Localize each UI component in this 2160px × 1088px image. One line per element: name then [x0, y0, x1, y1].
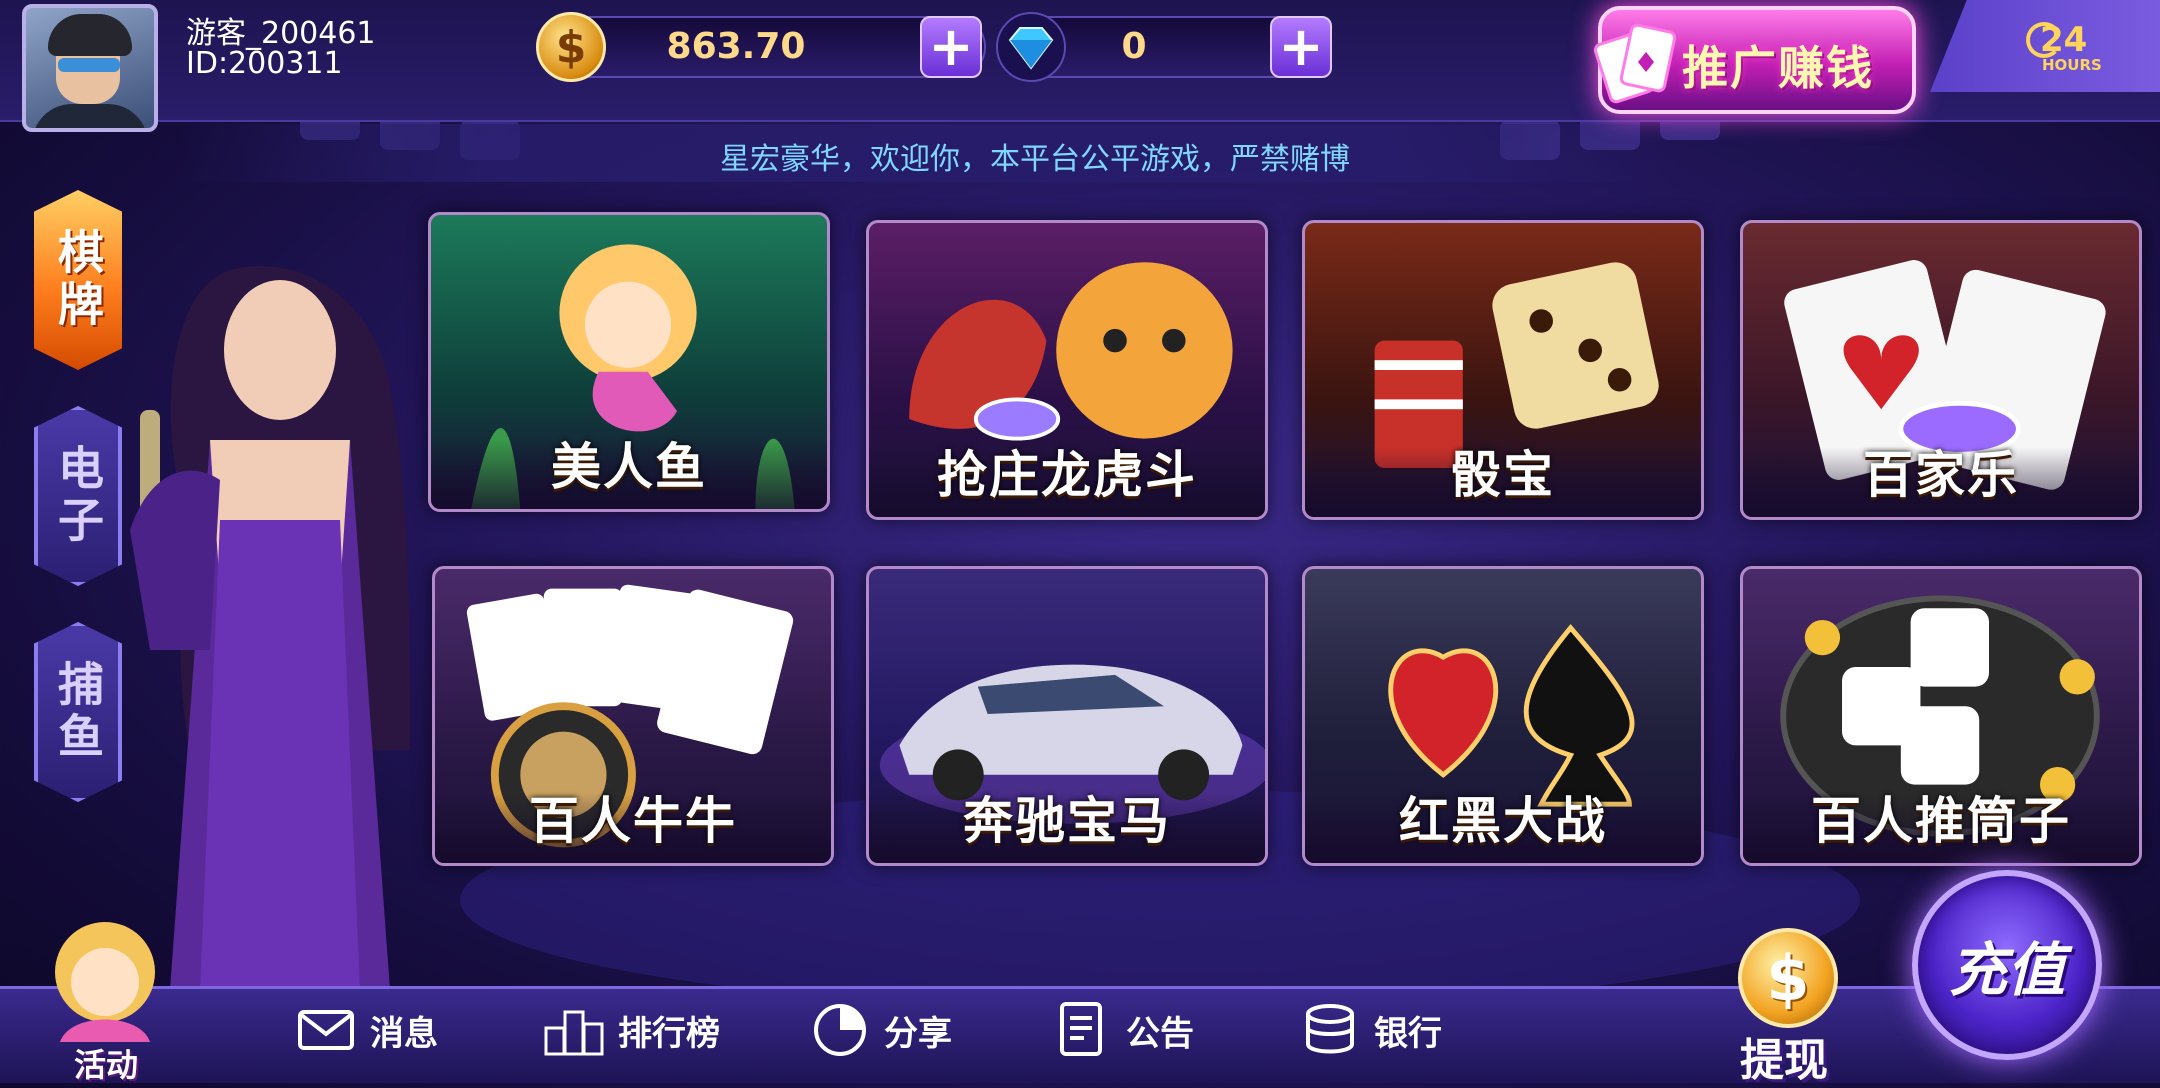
gold-balance: 863.70: [666, 26, 806, 67]
ticker-message: 星宏豪华，欢迎你，本平台公平游戏，严禁赌博: [720, 142, 1350, 177]
recharge-button[interactable]: 充值: [1912, 870, 2102, 1060]
game-tile-baccarat[interactable]: 百家乐: [1740, 220, 2142, 520]
game-title: 百人牛牛: [529, 792, 737, 850]
avatar-hair: [48, 14, 132, 56]
diamond-icon: [996, 12, 1066, 82]
activity-button[interactable]: 活动: [40, 912, 170, 1084]
add-gold-button[interactable]: +: [920, 16, 982, 78]
notice-button[interactable]: 公告: [1052, 1000, 1194, 1060]
share-label: 分享: [884, 1013, 952, 1054]
category-tab-electronic[interactable]: 电子: [34, 406, 122, 586]
game-tile-push-tube[interactable]: 百人推筒子: [1740, 566, 2142, 866]
game-tile-bull-bull[interactable]: 百人牛牛: [432, 566, 834, 866]
bank-button[interactable]: 银行: [1300, 1000, 1442, 1060]
dollar-coin-icon: $: [1738, 928, 1838, 1028]
promote-earn-label: 推广赚钱: [1682, 41, 1874, 95]
category-tab-chess-cards[interactable]: 棋牌: [34, 190, 122, 370]
avatar-glasses: [58, 58, 120, 72]
document-icon: [1060, 1002, 1102, 1056]
announcement-ticker: 星宏豪华，欢迎你，本平台公平游戏，严禁赌博: [180, 124, 1680, 182]
podium-icon: [544, 1010, 604, 1056]
pie-share-icon: [814, 1004, 866, 1056]
game-title: 美人鱼: [551, 438, 707, 496]
game-title: 骰宝: [1451, 446, 1555, 504]
leaderboard-button[interactable]: 排行榜: [544, 1000, 720, 1060]
withdraw-button[interactable]: $ 提现: [1716, 928, 1856, 1086]
cards-icon: [1593, 23, 1677, 104]
game-tile-benz-bmw[interactable]: 奔驰宝马: [866, 566, 1268, 866]
game-tile-sicbo[interactable]: 骰宝: [1302, 220, 1704, 520]
notice-label: 公告: [1126, 1013, 1194, 1054]
game-title: 奔驰宝马: [963, 792, 1171, 850]
support-24h-button[interactable]: 24 HOURS: [1930, 0, 2160, 92]
user-avatar[interactable]: [22, 4, 158, 132]
user-id: ID:200311: [186, 46, 343, 81]
game-title: 抢庄龙虎斗: [937, 446, 1197, 504]
promote-earn-button[interactable]: 推广赚钱: [1593, 6, 1916, 114]
share-button[interactable]: 分享: [810, 1000, 952, 1060]
game-tile-dragon-tiger[interactable]: 抢庄龙虎斗: [866, 220, 1268, 520]
category-tab-fishing[interactable]: 捕鱼: [34, 622, 122, 802]
envelope-icon: [298, 1010, 354, 1050]
leaderboard-label: 排行榜: [618, 1013, 720, 1054]
recharge-label: 充值: [1948, 936, 2065, 1004]
support-hours: HOURS: [2042, 56, 2102, 74]
game-title: 百人推筒子: [1811, 792, 2071, 850]
messages-label: 消息: [370, 1013, 438, 1054]
gold-coin-icon: $: [536, 12, 606, 82]
game-tile-mermaid[interactable]: 美人鱼: [428, 212, 830, 512]
game-title: 百家乐: [1863, 446, 2019, 504]
activity-label: 活动: [74, 1046, 139, 1084]
hostess-illustration: [130, 266, 410, 990]
withdraw-label: 提现: [1740, 1035, 1828, 1086]
game-tile-red-black[interactable]: 红黑大战: [1302, 566, 1704, 866]
bank-label: 银行: [1374, 1013, 1442, 1054]
support-number: 24: [2040, 20, 2088, 60]
add-diamond-button[interactable]: +: [1270, 16, 1332, 78]
game-title: 红黑大战: [1399, 792, 1607, 850]
messages-button[interactable]: 消息: [296, 1000, 438, 1060]
avatar-body: [32, 104, 148, 128]
activity-girl-icon: [55, 922, 155, 1042]
coin-stack-icon: [1306, 1004, 1354, 1054]
